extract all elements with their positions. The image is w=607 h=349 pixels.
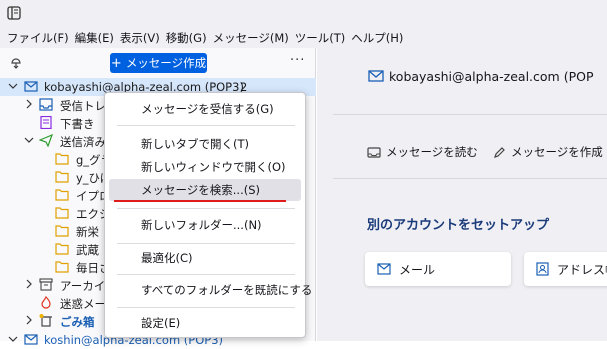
folder-icon (55, 171, 69, 183)
read-messages-button[interactable]: メッセージを読む (367, 144, 478, 160)
highlight-underline (114, 200, 286, 202)
folder-icon (55, 153, 69, 165)
title-bar (0, 0, 607, 28)
new-message-label: メッセージ作成 (125, 56, 207, 70)
folder-label: 送信済み (60, 135, 106, 149)
menu-edit[interactable]: 編集(E) (72, 30, 117, 46)
new-message-button[interactable]: + メッセージ作成 (110, 53, 207, 73)
read-messages-label: メッセージを読む (386, 145, 478, 159)
pencil-icon (494, 146, 505, 158)
twisty-icon[interactable] (8, 334, 18, 344)
folder-icon (55, 243, 69, 255)
folder-label: 下書き (60, 117, 95, 131)
mail-icon (377, 263, 391, 275)
folder-context-menu: メッセージを受信する(G) 新しいタブで開く(T) 新しいウィンドウで開く(O)… (104, 92, 312, 338)
folder-icon (55, 207, 69, 219)
folder-icon (55, 225, 69, 237)
folder-label: ごみ箱 (60, 315, 95, 329)
folder-label: 新栄 (76, 225, 99, 239)
archive-icon (39, 278, 53, 291)
ctx-new-folder[interactable]: 新しいフォルダー...(N) (109, 214, 301, 236)
menu-go[interactable]: 移動(G) (163, 30, 210, 46)
ctx-open-new-window[interactable]: 新しいウィンドウで開く(O) (109, 156, 301, 178)
folder-label: 武蔵 (76, 243, 99, 257)
twisty-icon[interactable] (24, 279, 34, 289)
write-message-button[interactable]: メッセージを作成 (493, 144, 603, 160)
get-mail-icon[interactable] (9, 55, 23, 69)
twisty-icon[interactable] (24, 315, 34, 325)
menu-bar: ファイル(F) 編集(E) 表示(V) 移動(G) メッセージ(M) ツール(T… (0, 28, 607, 48)
menu-separator (117, 208, 295, 209)
ctx-mark-all-read[interactable]: すべてのフォルダーを既読にする (109, 279, 312, 301)
menu-tools[interactable]: ツール(T) (292, 30, 349, 46)
folder-label: 迷惑メー (60, 297, 106, 311)
setup-section-title: 別のアカウントをセットアップ (367, 218, 550, 233)
address-book-icon (536, 262, 549, 276)
menu-separator (117, 307, 295, 308)
account-mail-icon (24, 81, 38, 92)
twisty-icon[interactable] (24, 99, 34, 109)
drafts-icon (40, 116, 52, 129)
app-menu-icon[interactable] (7, 6, 21, 20)
account-mail-icon (24, 334, 38, 345)
write-message-label: メッセージを作成 (511, 145, 603, 159)
setup-mail-label: メール (399, 262, 436, 277)
sent-icon (39, 134, 53, 147)
menu-separator (117, 274, 295, 275)
plus-icon: + (110, 55, 122, 71)
account-header: kobayashi@alpha-zeal.com (POP (317, 48, 607, 100)
divider (333, 178, 607, 179)
setup-address-book-button[interactable]: アドレス帳 (524, 252, 607, 286)
menu-message[interactable]: メッセージ(M) (210, 30, 292, 46)
account-central: kobayashi@alpha-zeal.com (POP メッセージを読む メ… (317, 48, 607, 341)
menu-separator (117, 243, 295, 244)
setup-address-book-label: アドレス帳 (557, 262, 607, 277)
ctx-search-messages[interactable]: メッセージを検索...(S) (109, 179, 301, 201)
junk-icon (41, 296, 51, 309)
twisty-icon[interactable] (8, 81, 18, 91)
read-icon (367, 146, 381, 158)
divider (333, 114, 607, 115)
menu-view[interactable]: 表示(V) (117, 30, 163, 46)
ctx-open-new-tab[interactable]: 新しいタブで開く(T) (109, 133, 301, 155)
setup-mail-button[interactable]: メール (365, 252, 511, 286)
ctx-settings[interactable]: 設定(E) (109, 312, 301, 334)
folder-icon (55, 261, 69, 273)
twisty-icon[interactable] (24, 135, 34, 145)
ctx-get-messages[interactable]: メッセージを受信する(G) (109, 98, 301, 120)
menu-separator (117, 125, 295, 126)
folder-label: 受信トレ (60, 99, 106, 113)
more-options-icon[interactable]: ··· (290, 53, 305, 68)
folder-pane-toolbar: + メッセージ作成 ··· (0, 48, 316, 78)
inbox-icon (39, 98, 53, 111)
ctx-compact[interactable]: 最適化(C) (109, 247, 301, 269)
account-mail-icon (368, 70, 384, 82)
menu-help[interactable]: ヘルプ(H) (348, 30, 406, 46)
account-title: kobayashi@alpha-zeal.com (POP (389, 69, 594, 84)
trash-icon (39, 314, 52, 327)
menu-file[interactable]: ファイル(F) (4, 30, 72, 46)
folder-icon (55, 189, 69, 201)
